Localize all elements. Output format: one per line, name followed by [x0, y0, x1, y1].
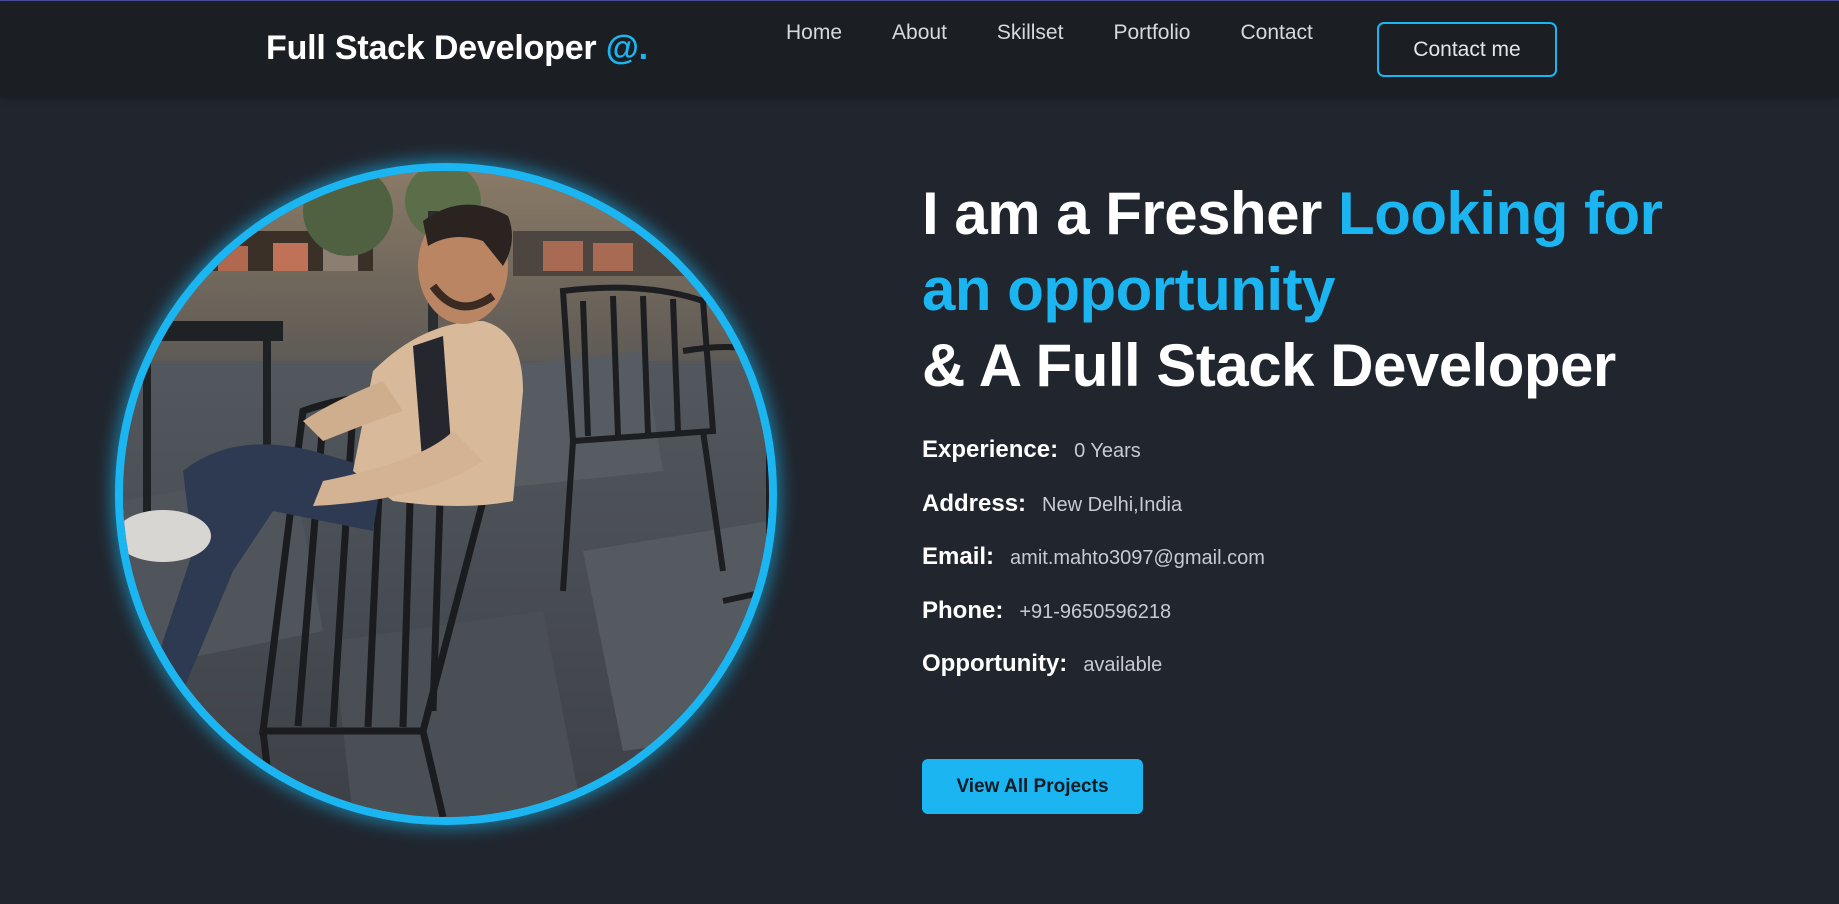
profile-photo — [115, 163, 777, 825]
info-label: Opportunity: — [922, 650, 1068, 677]
hero-headline: I am a Fresher Looking for an opportunit… — [922, 176, 1742, 404]
info-row-address: Address: New Delhi,India — [922, 490, 1265, 544]
info-value: +91-9650596218 — [1019, 600, 1172, 623]
brand-logo[interactable]: Full Stack Developer @. — [266, 29, 648, 68]
nav-link-skillset[interactable]: Skillset — [997, 21, 1064, 45]
info-value: 0 Years — [1074, 440, 1141, 462]
info-value: available — [1083, 654, 1163, 676]
profile-photo-illustration — [123, 171, 769, 817]
nav-link-portfolio[interactable]: Portfolio — [1113, 21, 1190, 45]
nav-link-home[interactable]: Home — [786, 21, 842, 45]
info-list: Experience: 0 Years Address: New Delhi,I… — [922, 436, 1265, 704]
info-row-experience: Experience: 0 Years — [922, 436, 1265, 490]
info-label: Address: — [922, 489, 1027, 517]
info-label: Phone: — [922, 596, 1004, 624]
headline-part1: I am a Fresher — [922, 180, 1339, 247]
info-value: New Delhi,India — [1042, 493, 1183, 516]
info-row-email: Email: amit.mahto3097@gmail.com — [922, 543, 1265, 597]
view-all-projects-button[interactable]: View All Projects — [922, 759, 1143, 814]
info-row-opportunity: Opportunity: available — [922, 650, 1265, 704]
brand-text: Full Stack Developer — [266, 29, 606, 67]
headline-part2: & A Full Stack Developer — [922, 332, 1616, 399]
nav-link-about[interactable]: About — [892, 21, 947, 45]
info-label: Email: — [922, 543, 995, 570]
brand-accent: @. — [605, 29, 648, 67]
info-value: amit.mahto3097@gmail.com — [1010, 547, 1265, 569]
navbar: Full Stack Developer @. Home About Skill… — [0, 1, 1839, 97]
nav-link-contact[interactable]: Contact — [1241, 21, 1313, 45]
info-label: Experience: — [922, 436, 1059, 463]
info-row-phone: Phone: +91-9650596218 — [922, 597, 1265, 651]
nav-links: Home About Skillset Portfolio Contact — [786, 21, 1313, 45]
contact-me-button[interactable]: Contact me — [1377, 22, 1557, 77]
